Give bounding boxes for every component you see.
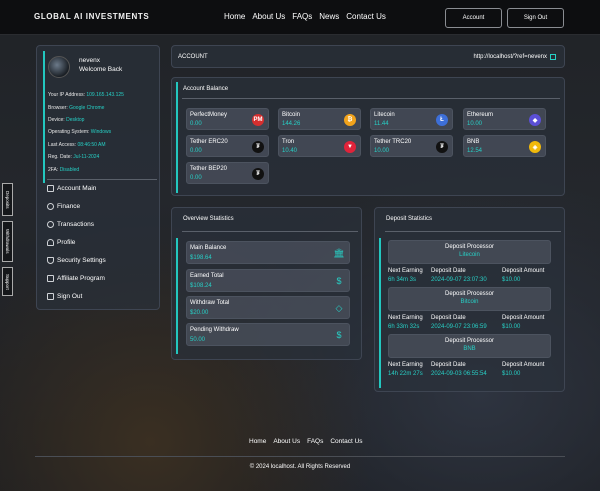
stat-card: Earned Total $108.24 $ <box>186 269 350 292</box>
nav-contact[interactable]: Contact Us <box>346 12 386 21</box>
dollar-icon: $ <box>336 330 342 340</box>
accent-bar <box>176 238 178 354</box>
signout-icon <box>47 293 54 300</box>
coin-card[interactable]: Tether TRC20 10.00 ₮ <box>370 135 453 157</box>
coin-card[interactable]: Tether BEP20 0.00 ₮ <box>186 162 269 184</box>
network-icon <box>47 275 54 282</box>
overview-title: Overview Statistics <box>183 216 234 222</box>
account-balance-panel: Account Balance PerfectMoney 0.00 PM Bit… <box>171 77 565 196</box>
side-tabs: Deposits Withdrawals Support <box>2 183 13 296</box>
coin-card[interactable]: Ethereum 10.00 ◆ <box>463 108 546 130</box>
finance-icon <box>47 203 54 210</box>
accent-bar <box>379 238 381 388</box>
coin-icon: ₮ <box>436 141 448 153</box>
coin-icon: ₮ <box>252 168 264 180</box>
main-nav: Home About Us FAQs News Contact Us <box>224 12 386 21</box>
menu-finance[interactable]: Finance <box>47 203 80 210</box>
stat-card: Main Balance $198.64 🏛 <box>186 241 350 264</box>
deposit-processor: Deposit Processor Bitcoin <box>388 287 551 311</box>
deposit-processor: Deposit Processor BNB <box>388 334 551 358</box>
info-ip: Your IP Address: 109.165.143.125 <box>48 92 124 98</box>
footer-nav: Home About Us FAQs Contact Us <box>249 438 363 445</box>
avatar <box>48 56 70 78</box>
shield-icon <box>47 257 54 264</box>
coin-card[interactable]: PerfectMoney 0.00 PM <box>186 108 269 130</box>
signout-button[interactable]: Sign Out <box>507 8 564 28</box>
info-browser: Browser: Google Chrome <box>48 105 105 111</box>
accent-bar <box>43 51 45 183</box>
menu-profile[interactable]: Profile <box>47 239 75 246</box>
username: nevenx <box>79 57 100 64</box>
divider <box>182 231 358 232</box>
coin-card[interactable]: Tether ERC20 0.00 ₮ <box>186 135 269 157</box>
divider <box>385 231 561 232</box>
coin-icon: ₮ <box>252 141 264 153</box>
footer-faqs[interactable]: FAQs <box>307 438 323 445</box>
copy-icon[interactable] <box>550 54 556 60</box>
coin-icon: ▼ <box>344 141 356 153</box>
coin-card[interactable]: Litecoin 11.44 Ł <box>370 108 453 130</box>
referral-link: http://localhost/?ref=nevenx <box>473 54 556 60</box>
nav-about[interactable]: About Us <box>252 12 285 21</box>
info-os: Operating System: Windows <box>48 129 112 135</box>
user-sidebar: nevenx Welcome Back Your IP Address: 109… <box>36 45 160 310</box>
info-last-access: Last Access: 08:46:50 AM <box>48 142 106 148</box>
tab-deposits[interactable]: Deposits <box>2 183 13 216</box>
tab-support[interactable]: Support <box>2 267 13 296</box>
divider <box>47 179 157 180</box>
user-icon <box>47 239 54 246</box>
nav-home[interactable]: Home <box>224 12 245 21</box>
coin-icon: PM <box>252 114 264 126</box>
account-title: ACCOUNT <box>178 54 208 60</box>
account-header: ACCOUNT http://localhost/?ref=nevenx <box>171 45 565 68</box>
footer-about[interactable]: About Us <box>273 438 300 445</box>
footer-home[interactable]: Home <box>249 438 266 445</box>
top-bar: GLOBAL AI INVESTMENTS Home About Us FAQs… <box>0 0 600 35</box>
balance-title: Account Balance <box>183 86 229 92</box>
footer-contact[interactable]: Contact Us <box>330 438 362 445</box>
footer-divider <box>35 456 565 457</box>
wallet-icon: ◇ <box>335 302 343 313</box>
menu-account-main[interactable]: Account Main <box>47 185 96 192</box>
info-reg-date: Reg. Date: Jul-11-2024 <box>48 154 100 160</box>
menu-transactions[interactable]: Transactions <box>47 221 94 228</box>
tab-withdrawals[interactable]: Withdrawals <box>2 221 13 262</box>
home-icon <box>47 185 54 192</box>
menu-affiliate[interactable]: Affiliate Program <box>47 275 105 282</box>
divider <box>182 98 560 99</box>
coin-icon: ₿ <box>344 114 356 126</box>
account-button[interactable]: Account <box>445 8 502 28</box>
stat-card: Pending Withdraw 50.00 $ <box>186 323 350 346</box>
coin-card[interactable]: Tron 10.40 ▼ <box>278 135 361 157</box>
info-device: Device: Desktop <box>48 117 85 123</box>
accent-bar <box>176 82 178 193</box>
deposit-processor: Deposit Processor Litecoin <box>388 240 551 264</box>
dollar-circle-icon: $ <box>336 276 342 286</box>
brand-logo[interactable]: GLOBAL AI INVESTMENTS <box>34 12 149 21</box>
menu-security[interactable]: Security Settings <box>47 257 106 264</box>
stat-card: Withdraw Total $20.00 ◇ <box>186 296 350 319</box>
welcome-text: Welcome Back <box>79 66 123 73</box>
coin-icon: ◈ <box>529 141 541 153</box>
bank-icon: 🏛 <box>333 247 345 258</box>
nav-faqs[interactable]: FAQs <box>292 12 312 21</box>
deposit-title: Deposit Statistics <box>386 216 433 222</box>
coin-icon: Ł <box>436 114 448 126</box>
nav-news[interactable]: News <box>319 12 339 21</box>
transactions-icon <box>47 221 54 228</box>
coin-card[interactable]: Bitcoin 144.26 ₿ <box>278 108 361 130</box>
deposit-statistics-panel: Deposit Statistics Deposit Processor Lit… <box>374 207 565 392</box>
coin-icon: ◆ <box>529 114 541 126</box>
info-2fa: 2FA: Disabled <box>48 167 80 173</box>
copyright: © 2024 localhost. All Rights Reserved <box>249 464 351 470</box>
menu-signout[interactable]: Sign Out <box>47 293 82 300</box>
coin-card[interactable]: BNB 12.54 ◈ <box>463 135 546 157</box>
overview-statistics-panel: Overview Statistics Main Balance $198.64… <box>171 207 362 360</box>
